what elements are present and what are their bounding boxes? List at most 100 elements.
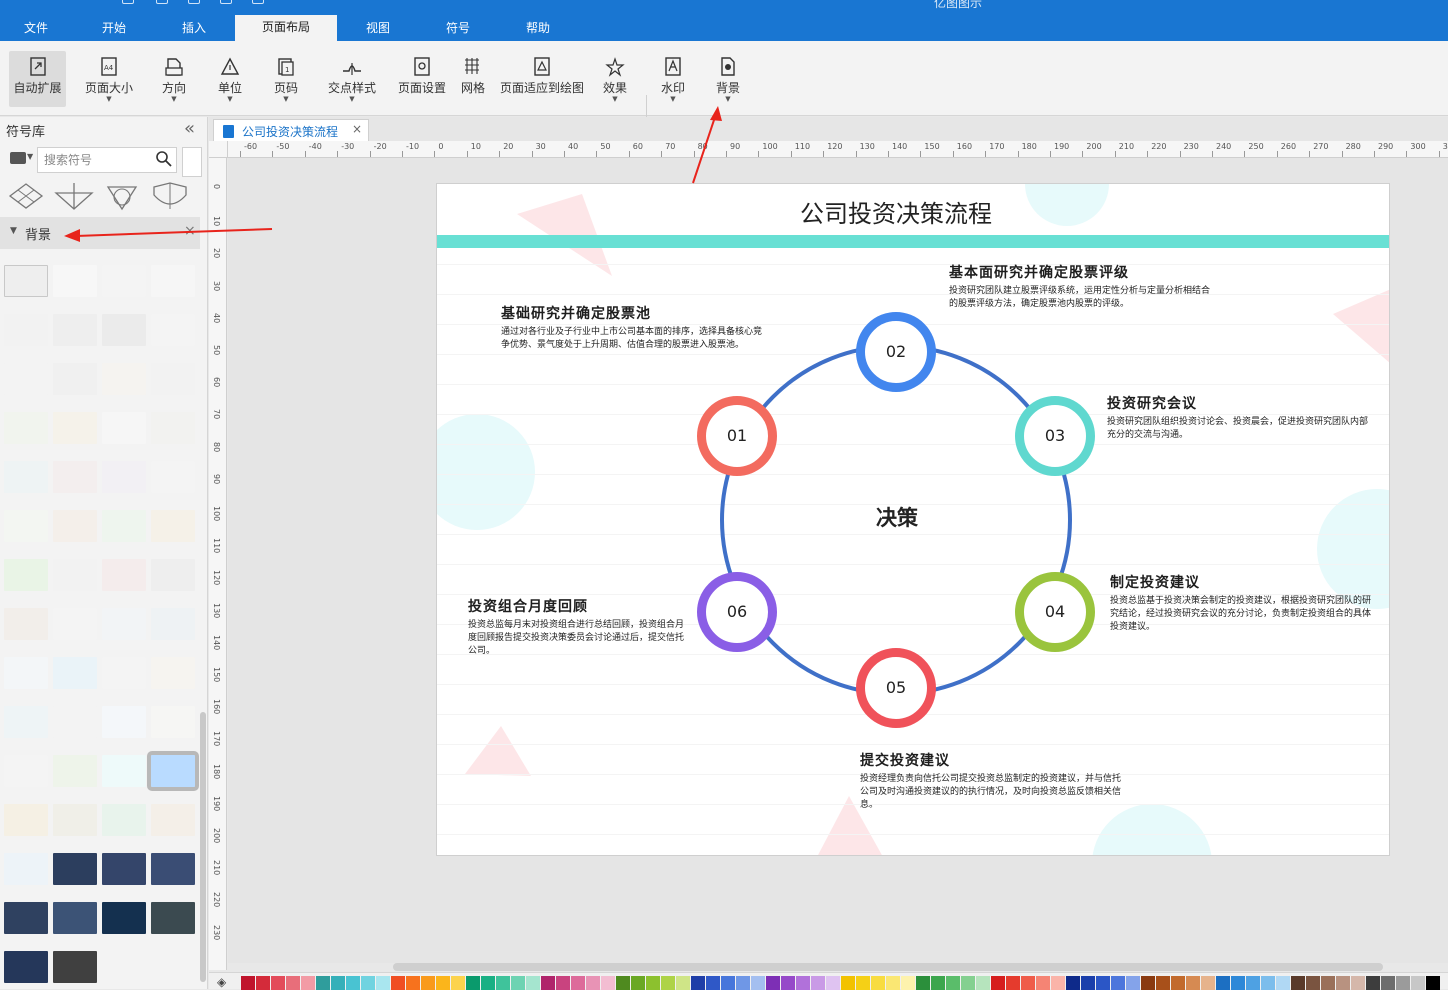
background-thumbnail[interactable] (4, 559, 48, 591)
node-03[interactable]: 03 (1015, 396, 1095, 476)
color-swatch[interactable] (1156, 976, 1170, 990)
color-swatch[interactable] (916, 976, 930, 990)
background-thumbnail[interactable] (4, 461, 48, 493)
background-thumbnail[interactable] (151, 804, 195, 836)
background-thumbnail[interactable] (102, 265, 146, 297)
background-thumbnail[interactable] (102, 804, 146, 836)
node-05[interactable]: 05 (856, 648, 936, 728)
orientation-button[interactable]: 方向 ▼ (152, 51, 196, 107)
tab-view[interactable]: 视图 (354, 16, 402, 41)
page-number-button[interactable]: 1 页码 ▼ (264, 51, 308, 107)
color-swatch[interactable] (931, 976, 945, 990)
tab-help[interactable]: 帮助 (514, 16, 562, 41)
search-spinner[interactable] (182, 147, 202, 177)
color-swatch[interactable] (1111, 976, 1125, 990)
page-size-dropdown-icon[interactable]: ▼ (82, 96, 136, 103)
color-swatch[interactable] (511, 976, 525, 990)
color-swatch[interactable] (541, 976, 555, 990)
fill-bucket-icon[interactable]: ◈ (217, 975, 226, 989)
color-swatch[interactable] (1036, 976, 1050, 990)
color-swatch[interactable] (991, 976, 1005, 990)
color-swatch[interactable] (811, 976, 825, 990)
background-thumbnail[interactable] (151, 510, 195, 542)
color-swatch[interactable] (1336, 976, 1350, 990)
color-swatch[interactable] (856, 976, 870, 990)
watermark-button[interactable]: 水印 ▼ (655, 51, 691, 107)
jump-style-button[interactable]: 交点样式 ▼ (324, 51, 380, 107)
background-thumbnail[interactable] (53, 559, 97, 591)
shape-shield-icon[interactable] (150, 181, 190, 211)
tab-page-layout[interactable]: 页面布局 (235, 15, 337, 41)
color-swatch[interactable] (886, 976, 900, 990)
color-swatch[interactable] (406, 976, 420, 990)
text-block-05[interactable]: 提交投资建议 投资经理负责向信托公司提交投资总监制定的投资建议，并与信托公司及时… (860, 752, 1125, 812)
color-swatch[interactable] (1396, 976, 1410, 990)
color-swatch[interactable] (601, 976, 615, 990)
shape-diamond-icon[interactable] (6, 181, 46, 211)
document-tab[interactable]: 公司投资决策流程 × (213, 119, 369, 141)
background-thumbnail[interactable] (151, 559, 195, 591)
color-swatch[interactable] (736, 976, 750, 990)
background-thumbnail[interactable] (102, 706, 146, 738)
color-swatch[interactable] (286, 976, 300, 990)
collapse-panel-icon[interactable]: « (184, 118, 195, 139)
background-thumbnail[interactable] (4, 363, 48, 395)
color-swatch[interactable] (1051, 976, 1065, 990)
color-swatch[interactable] (586, 976, 600, 990)
background-thumbnail[interactable] (4, 608, 48, 640)
color-swatch[interactable] (826, 976, 840, 990)
color-swatch[interactable] (1426, 976, 1440, 990)
color-swatch[interactable] (1261, 976, 1275, 990)
background-thumbnail[interactable] (53, 412, 97, 444)
color-swatch[interactable] (1096, 976, 1110, 990)
color-swatch[interactable] (466, 976, 480, 990)
tab-file[interactable]: 文件 (12, 16, 60, 41)
background-thumbnail[interactable] (53, 510, 97, 542)
tab-home[interactable]: 开始 (90, 16, 138, 41)
background-thumbnail[interactable] (151, 902, 195, 934)
color-swatch[interactable] (781, 976, 795, 990)
color-swatch[interactable] (751, 976, 765, 990)
background-thumbnail[interactable] (53, 363, 97, 395)
background-thumbnail[interactable] (53, 265, 97, 297)
background-thumbnail[interactable] (151, 265, 195, 297)
text-block-02[interactable]: 基本面研究并确定股票评级 投资研究团队建立股票评级系统，运用定性分析与定量分析相… (949, 264, 1211, 311)
text-block-06[interactable]: 投资组合月度回顾 投资总监每月末对投资组合进行总结回顾，投资组合月度回顾报告提交… (468, 598, 688, 658)
color-swatch[interactable] (766, 976, 780, 990)
horizontal-scrollbar[interactable] (393, 963, 1383, 971)
color-swatch[interactable] (1381, 976, 1395, 990)
jump-style-dropdown-icon[interactable]: ▼ (324, 96, 380, 103)
color-swatch[interactable] (346, 976, 360, 990)
color-swatch[interactable] (1276, 976, 1290, 990)
section-expand-icon[interactable]: ▼ (10, 226, 17, 236)
unit-dropdown-icon[interactable]: ▼ (208, 96, 252, 103)
text-block-04[interactable]: 制定投资建议 投资总监基于投资决策会制定的投资建议，根据投资研究团队的研究结论，… (1110, 574, 1372, 634)
background-thumbnail[interactable] (4, 902, 48, 934)
color-swatch[interactable] (1186, 976, 1200, 990)
background-thumbnail[interactable] (147, 751, 199, 791)
color-swatch[interactable] (1141, 976, 1155, 990)
background-thumbnail[interactable] (151, 706, 195, 738)
color-swatch[interactable] (1366, 976, 1380, 990)
color-swatch[interactable] (631, 976, 645, 990)
color-swatch[interactable] (301, 976, 315, 990)
background-thumbnail[interactable] (53, 951, 97, 983)
background-thumbnail[interactable] (4, 853, 48, 885)
color-swatch[interactable] (1351, 976, 1365, 990)
color-swatch[interactable] (1291, 976, 1305, 990)
color-swatch[interactable] (571, 976, 585, 990)
auto-extend-button[interactable]: 自动扩展 (9, 51, 66, 107)
open-icon[interactable] (156, 0, 168, 4)
color-swatch[interactable] (976, 976, 990, 990)
color-swatch[interactable] (391, 976, 405, 990)
background-thumbnail[interactable] (102, 657, 146, 689)
save-icon[interactable] (188, 0, 200, 4)
color-swatch[interactable] (1231, 976, 1245, 990)
color-swatch[interactable] (1216, 976, 1230, 990)
background-thumbnail[interactable] (53, 902, 97, 934)
text-block-03[interactable]: 投资研究会议 投资研究团队组织投资讨论会、投资晨会，促进投资研究团队内部充分的交… (1107, 395, 1375, 442)
new-file-icon[interactable] (122, 0, 134, 4)
diagram-page[interactable]: 公司投资决策流程 02 03 04 05 06 01 决策 基础研究并确定股票池… (436, 183, 1390, 856)
background-thumbnail[interactable] (53, 755, 97, 787)
color-swatch[interactable] (676, 976, 690, 990)
